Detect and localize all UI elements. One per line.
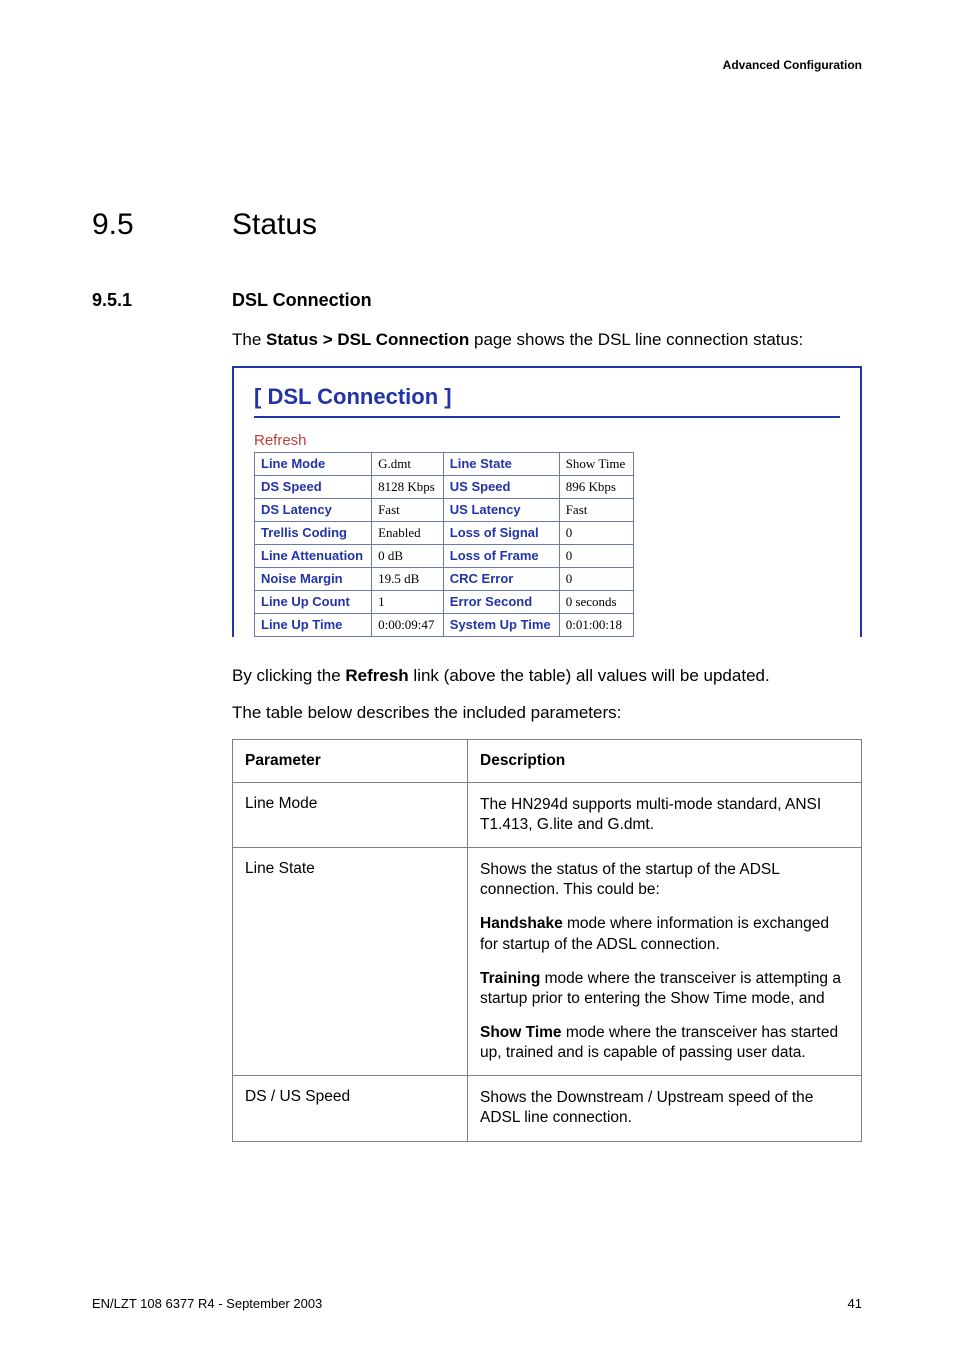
cell-value: G.dmt [372,452,444,475]
cell-label: Error Second [443,590,559,613]
intro-paragraph: The Status > DSL Connection page shows t… [232,329,862,352]
cell-label: Loss of Signal [443,521,559,544]
param-desc: Shows the Downstream / Upstream speed of… [468,1076,862,1141]
cell-label: Line Up Count [255,590,372,613]
table-row: Line Up Time 0:00:09:47 System Up Time 0… [255,613,634,636]
param-name: Line Mode [233,782,468,847]
cell-label: US Latency [443,498,559,521]
cell-value: 8128 Kbps [372,475,444,498]
refresh-note: By clicking the Refresh link (above the … [232,665,862,688]
cell-label: Loss of Frame [443,544,559,567]
cell-value: 0 [559,544,634,567]
cell-label: CRC Error [443,567,559,590]
cell-label: DS Speed [255,475,372,498]
cell-value: 0 seconds [559,590,634,613]
cell-label: Line Mode [255,452,372,475]
cell-value: 0 dB [372,544,444,567]
cell-value: 0:01:00:18 [559,613,634,636]
panel-title: [ DSL Connection ] [254,384,840,418]
cell-label: Line Attenuation [255,544,372,567]
section-number: 9.5 [92,208,232,242]
cell-label: Line Up Time [255,613,372,636]
subsection-title: DSL Connection [232,290,862,311]
table-row: Line Up Count 1 Error Second 0 seconds [255,590,634,613]
param-desc: Shows the status of the startup of the A… [468,848,862,1076]
header-parameter: Parameter [233,739,468,782]
desc-text: Handshake mode where information is exch… [480,914,849,954]
table-row: Line State Shows the status of the start… [233,848,862,1076]
cell-value: Enabled [372,521,444,544]
mode-name: Show Time [480,1024,562,1041]
desc-text: Training mode where the transceiver is a… [480,969,849,1009]
param-name: DS / US Speed [233,1076,468,1141]
cell-value: 0 [559,567,634,590]
cell-label: DS Latency [255,498,372,521]
mode-name: Handshake [480,915,563,932]
table-header-row: Parameter Description [233,739,862,782]
dsl-connection-panel: [ DSL Connection ] Refresh Line Mode G.d… [232,366,862,637]
cell-label: System Up Time [443,613,559,636]
parameter-description-table: Parameter Description Line Mode The HN29… [232,739,862,1142]
table-intro: The table below describes the included p… [232,702,862,725]
cell-value: Fast [372,498,444,521]
intro-prefix: The [232,330,266,349]
intro-suffix: page shows the DSL line connection statu… [469,330,803,349]
cell-value: Fast [559,498,634,521]
cell-value: 0 [559,521,634,544]
table-row: Line Mode G.dmt Line State Show Time [255,452,634,475]
table-row: Line Attenuation 0 dB Loss of Frame 0 [255,544,634,567]
footer-left: EN/LZT 108 6377 R4 - September 2003 [92,1296,322,1311]
cell-value: 896 Kbps [559,475,634,498]
dsl-status-table: Line Mode G.dmt Line State Show Time DS … [254,452,634,637]
table-row: DS Speed 8128 Kbps US Speed 896 Kbps [255,475,634,498]
desc-text: Shows the status of the startup of the A… [480,860,849,900]
cell-value: Show Time [559,452,634,475]
table-row: Noise Margin 19.5 dB CRC Error 0 [255,567,634,590]
param-name: Line State [233,848,468,1076]
refresh-note-b: Refresh [345,666,408,685]
cell-label: US Speed [443,475,559,498]
footer-page-number: 41 [848,1296,862,1311]
table-row: DS Latency Fast US Latency Fast [255,498,634,521]
refresh-link[interactable]: Refresh [254,432,307,449]
cell-value: 1 [372,590,444,613]
subsection-number: 9.5.1 [92,290,232,311]
table-row: Trellis Coding Enabled Loss of Signal 0 [255,521,634,544]
param-desc: The HN294d supports multi-mode standard,… [468,782,862,847]
cell-value: 0:00:09:47 [372,613,444,636]
refresh-note-c: link (above the table) all values will b… [409,666,770,685]
desc-text: Shows the Downstream / Upstream speed of… [480,1088,849,1128]
cell-label: Trellis Coding [255,521,372,544]
header-section-label: Advanced Configuration [723,58,862,72]
desc-text: The HN294d supports multi-mode standard,… [480,795,849,835]
cell-label: Line State [443,452,559,475]
table-row: Line Mode The HN294d supports multi-mode… [233,782,862,847]
desc-text: Show Time mode where the transceiver has… [480,1023,849,1063]
header-description: Description [468,739,862,782]
cell-label: Noise Margin [255,567,372,590]
intro-path: Status > DSL Connection [266,330,469,349]
refresh-note-a: By clicking the [232,666,345,685]
table-row: DS / US Speed Shows the Downstream / Ups… [233,1076,862,1141]
cell-value: 19.5 dB [372,567,444,590]
section-title: Status [232,208,862,242]
mode-name: Training [480,970,540,987]
